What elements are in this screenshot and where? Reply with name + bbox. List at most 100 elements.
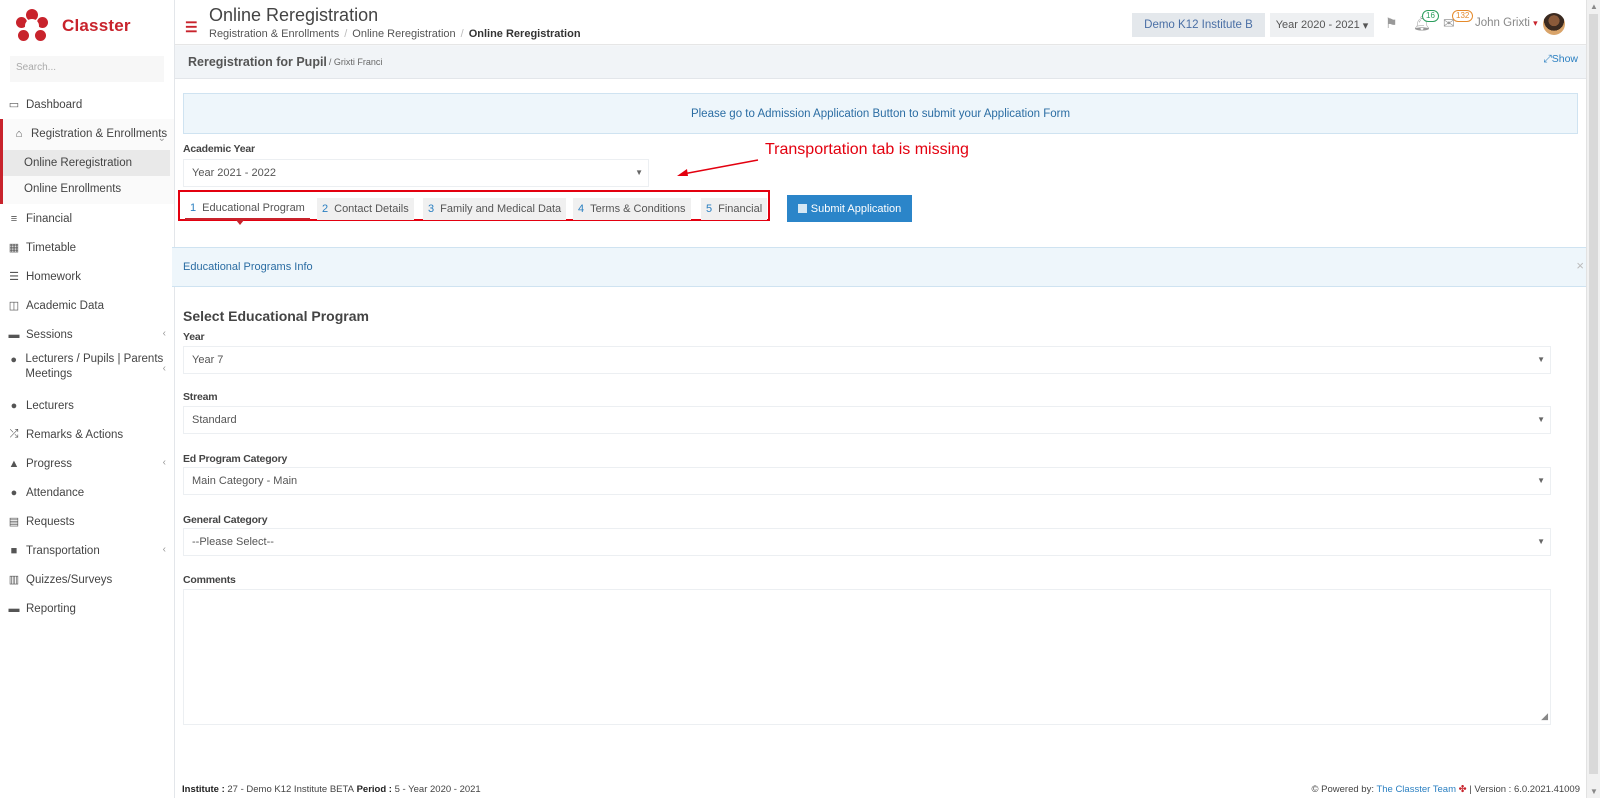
chevron-left-icon: ‹ [162,328,166,339]
sidebar-item-label: Progress [26,457,73,470]
panel-header: Reregistration for Pupil / Grixti Franci… [175,46,1586,79]
envelope-icon[interactable]: ✉ 132 [1443,10,1474,32]
general-category-label: General Category [183,514,268,526]
laptop-icon: ▭ [8,99,20,111]
bell-icon[interactable]: 🔔︎ 16 [1413,10,1439,32]
sidebar-item-reporting[interactable]: ▬ Reporting [0,594,174,623]
institute-button[interactable]: Demo K12 Institute B [1132,13,1265,37]
footer-right: © Powered by: The Classter Team ✤ | Vers… [1311,784,1580,795]
sidebar-item-label: Lecturers / Pupils | Parents Meetings [25,353,164,380]
ed-program-category-select[interactable]: Main Category - Main ▼ [183,467,1551,495]
tab-educational-program[interactable]: 1 Educational Program [185,198,310,220]
list-icon: ☰ [9,271,19,283]
sidebar-subitem-online-reregistration[interactable]: Online Reregistration [3,150,170,176]
year-dropdown-label: Year 2020 - 2021 [1275,19,1360,31]
top-header: ☰ Online Reregistration Registration & E… [175,0,1600,45]
avatar[interactable] [1543,13,1565,35]
academic-year-select[interactable]: Year 2021 - 2022 ▼ [183,159,649,187]
footer: Institute : 27 - Demo K12 Institute BETA… [175,780,1586,798]
tab-contact-details[interactable]: 2 Contact Details [317,198,414,220]
year-select[interactable]: Year 7 ▼ [183,346,1551,374]
hamburger-menu-icon[interactable]: ☰ [185,19,198,36]
sidebar-item-label: Academic Data [26,299,104,312]
app-name: Classter [62,16,131,35]
user-menu[interactable]: John Grixti ▾ [1475,17,1538,29]
sidebar-item-transportation[interactable]: ■ Transportation ‹ [0,536,174,565]
breadcrumb-item[interactable]: Registration & Enrollments [209,28,339,40]
sidebar-item-dashboard[interactable]: ▭ Dashboard [0,90,174,119]
flag-icon[interactable]: ⚑ [1385,15,1398,32]
sidebar-item-label: Dashboard [26,98,83,111]
logo[interactable]: Classter [0,0,174,52]
messages-badge: 132 [1452,10,1474,22]
sidebar-item-homework[interactable]: ☰ Homework [0,262,174,291]
main-content: Reregistration for Pupil / Grixti Franci… [172,46,1586,780]
year-dropdown[interactable]: Year 2020 - 2021 ▾ [1270,13,1374,37]
tab-terms-conditions[interactable]: 4 Terms & Conditions [573,198,691,220]
coins-icon: ≡ [10,212,18,225]
sidebar-item-registration[interactable]: ⌂ Registration & Enrollments ⌄ [0,119,174,148]
sidebar-item-progress[interactable]: ▲ Progress ‹ [0,449,174,478]
panel-subtitle: / Grixti Franci [328,57,383,67]
breadcrumb-item[interactable]: Online Reregistration [352,28,455,40]
notice-banner: Please go to Admission Application Butto… [183,93,1578,134]
academic-year-label: Academic Year [183,143,255,155]
page-scrollbar[interactable]: ▲ ▼ [1586,0,1600,798]
sidebar-item-attendance[interactable]: ● Attendance [0,478,174,507]
general-category-select[interactable]: --Please Select-- ▼ [183,528,1551,556]
calendar-icon: ▦ [8,242,20,254]
sidebar-item-label: Timetable [26,241,77,254]
sidebar-item-sessions[interactable]: ▬ Sessions ‹ [0,320,174,349]
breadcrumb: Registration & Enrollments / Online Reregi… [209,28,581,40]
chevron-left-icon: ‹ [162,363,166,374]
users-icon: ● [10,399,18,412]
active-tab-pointer [236,220,244,225]
classter-logo-icon [16,9,48,43]
sidebar-item-requests[interactable]: ▤ Requests [0,507,174,536]
bus-icon: ■ [10,544,18,557]
sidebar-item-label: Reporting [26,602,76,615]
chalkboard-icon: ▬ [8,328,20,341]
annotation-text: Transportation tab is missing [765,141,969,158]
caret-down-icon: ▼ [1537,537,1545,546]
scroll-down-icon[interactable]: ▼ [1590,787,1598,796]
sidebar-item-remarks[interactable]: ⤮ Remarks & Actions [0,420,174,449]
sidebar-item-quizzes[interactable]: ▥ Quizzes/Surveys [0,565,174,594]
sidebar-item-label: Attendance [26,486,85,499]
user-board-icon: ◫ [8,300,20,312]
close-icon[interactable]: × [1576,258,1584,273]
scroll-up-icon[interactable]: ▲ [1590,2,1598,11]
sidebar-item-lecturers[interactable]: ● Lecturers [0,391,174,420]
sidebar-search-input[interactable]: Search... [10,56,164,82]
sidebar-item-label: Registration & Enrollments [31,127,168,140]
notifications-badge: 16 [1422,10,1439,22]
resize-handle-icon[interactable]: ◢ [1541,711,1548,722]
sidebar-item-timetable[interactable]: ▦ Timetable [0,233,174,262]
submit-application-button[interactable]: Submit Application [787,195,912,222]
page-title: Online Reregistration [209,5,379,25]
ed-program-category-label: Ed Program Category [183,453,288,465]
sidebar-item-label: Homework [26,270,81,283]
document-icon: ▤ [8,516,20,528]
sidebar-item-academic-data[interactable]: ◫ Academic Data [0,291,174,320]
caret-down-icon: ▼ [635,168,643,177]
shuffle-icon: ⤮ [9,428,19,440]
caret-down-icon: ▼ [1537,415,1545,424]
stream-select[interactable]: Standard ▼ [183,406,1551,434]
scrollbar-thumb[interactable] [1589,14,1598,774]
sidebar-item-financial[interactable]: ≡ Financial [0,204,174,233]
sidebar-item-label: Sessions [26,328,73,341]
caret-down-icon: ▼ [1537,476,1545,485]
sidebar-subitem-online-enrollments[interactable]: Online Enrollments [3,176,170,202]
tab-family-medical[interactable]: 3 Family and Medical Data [423,198,567,220]
comments-textarea[interactable]: ◢ [183,589,1551,725]
sidebar-item-meetings[interactable]: ● Lecturers / Pupils | Parents Meetings … [0,349,174,383]
checklist-icon: ▥ [8,574,20,586]
panel-title: Reregistration for Pupil [188,55,327,69]
sidebar-subnav: Online Reregistration Online Enrollments [0,148,174,204]
graduation-cap-icon: ▲ [8,457,20,470]
tab-financial[interactable]: 5 Financial [701,198,768,220]
sidebar: Classter Search... ▭ Dashboard ⌂ Registr… [0,0,175,798]
show-link[interactable]: ⤢Show [1543,53,1578,66]
classter-team-link[interactable]: The Classter Team [1376,784,1456,795]
